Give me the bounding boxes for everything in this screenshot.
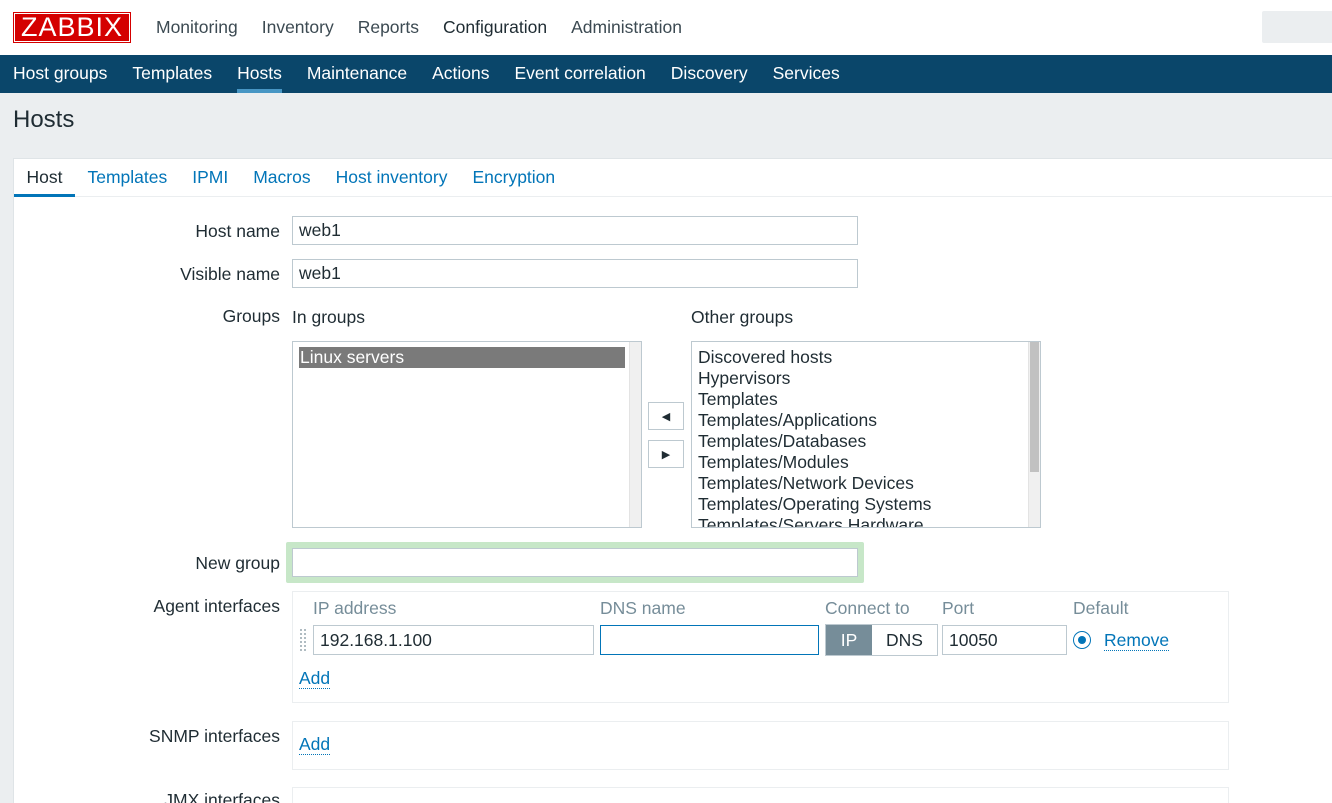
- zabbix-logo[interactable]: ZABBIX: [13, 12, 131, 43]
- col-connect-to: Connect to: [825, 598, 910, 618]
- top-menu-reports[interactable]: Reports: [346, 0, 431, 55]
- sub-menu-event-correlation[interactable]: Event correlation: [502, 55, 658, 93]
- top-menu: Monitoring Inventory Reports Configurati…: [144, 0, 694, 55]
- other-groups-scrollbar[interactable]: [1028, 342, 1040, 527]
- list-item[interactable]: Templates/Operating Systems: [692, 494, 1040, 515]
- tab-encryption[interactable]: Encryption: [460, 159, 568, 196]
- top-menu-configuration[interactable]: Configuration: [431, 0, 559, 55]
- agent-interfaces-label: Agent interfaces: [153, 596, 280, 616]
- col-port: Port: [942, 598, 975, 618]
- new-group-input[interactable]: [292, 548, 858, 577]
- top-menu-inventory[interactable]: Inventory: [250, 0, 346, 55]
- triangle-left-icon: ◀: [661, 410, 671, 423]
- scrollbar-thumb[interactable]: [1030, 342, 1039, 472]
- sub-menu-templates[interactable]: Templates: [120, 55, 225, 93]
- snmp-interfaces-label: SNMP interfaces: [149, 726, 280, 746]
- host-form-panel: Host Templates IPMI Macros Host inventor…: [13, 158, 1332, 803]
- sub-menu-maintenance[interactable]: Maintenance: [294, 55, 419, 93]
- form-tabs: Host Templates IPMI Macros Host inventor…: [14, 159, 1332, 197]
- connect-dns-button[interactable]: DNS: [872, 625, 937, 655]
- list-item[interactable]: Templates/Network Devices: [692, 473, 1040, 494]
- page-title: Hosts: [13, 106, 75, 133]
- snmp-interfaces-box: [292, 721, 1229, 770]
- agent-dns-input[interactable]: [600, 625, 819, 655]
- list-item[interactable]: Hypervisors: [692, 368, 1040, 389]
- list-item[interactable]: Discovered hosts: [692, 347, 1040, 368]
- in-groups-list[interactable]: Linux servers: [292, 341, 642, 528]
- top-bar: ZABBIX Monitoring Inventory Reports Conf…: [0, 0, 1332, 55]
- agent-port-input[interactable]: [942, 625, 1067, 655]
- visible-name-input[interactable]: [292, 259, 858, 288]
- col-dns-name: DNS name: [600, 598, 686, 618]
- tab-host[interactable]: Host: [14, 159, 75, 197]
- list-item[interactable]: Templates/Servers Hardware: [692, 515, 1040, 527]
- in-groups-scrollbar[interactable]: [629, 342, 641, 527]
- in-groups-label: In groups: [292, 307, 365, 327]
- jmx-interfaces-box: [292, 787, 1229, 803]
- sub-menu-actions[interactable]: Actions: [420, 55, 502, 93]
- tab-host-inventory[interactable]: Host inventory: [323, 159, 460, 196]
- remove-interface-link[interactable]: Remove: [1104, 630, 1170, 651]
- top-menu-administration[interactable]: Administration: [559, 0, 694, 55]
- connect-to-toggle: IP DNS: [825, 624, 938, 656]
- tab-ipmi[interactable]: IPMI: [180, 159, 241, 196]
- list-item[interactable]: Templates/Applications: [692, 410, 1040, 431]
- visible-name-label: Visible name: [180, 264, 280, 284]
- host-name-label: Host name: [195, 221, 280, 241]
- jmx-interfaces-label: JMX interfaces: [164, 790, 280, 803]
- connect-ip-button[interactable]: IP: [826, 625, 872, 655]
- host-name-input[interactable]: [292, 216, 858, 245]
- sub-menu-discovery[interactable]: Discovery: [658, 55, 760, 93]
- other-groups-list[interactable]: Discovered hosts Hypervisors Templates T…: [691, 341, 1041, 528]
- add-snmp-interface-link[interactable]: Add: [299, 734, 331, 755]
- sub-menu-host-groups[interactable]: Host groups: [0, 55, 120, 93]
- move-right-button[interactable]: ▶: [648, 440, 684, 468]
- groups-label: Groups: [222, 306, 280, 326]
- sub-menu-bar: Host groups Templates Hosts Maintenance …: [0, 55, 1332, 93]
- new-group-label: New group: [195, 553, 280, 573]
- sub-menu-hosts[interactable]: Hosts: [225, 55, 295, 93]
- other-groups-label: Other groups: [691, 307, 794, 327]
- list-item[interactable]: Linux servers: [299, 347, 625, 368]
- move-left-button[interactable]: ◀: [648, 402, 684, 430]
- list-item[interactable]: Templates: [692, 389, 1040, 410]
- col-default: Default: [1073, 598, 1129, 618]
- search-input[interactable]: [1262, 11, 1332, 43]
- default-radio[interactable]: [1073, 631, 1091, 649]
- top-menu-monitoring[interactable]: Monitoring: [144, 0, 250, 55]
- list-item[interactable]: Templates/Databases: [692, 431, 1040, 452]
- drag-handle-icon[interactable]: [299, 628, 307, 652]
- agent-ip-input[interactable]: [313, 625, 594, 655]
- tab-templates[interactable]: Templates: [75, 159, 180, 196]
- col-ip-address: IP address: [313, 598, 397, 618]
- tab-macros[interactable]: Macros: [241, 159, 323, 196]
- list-item[interactable]: Templates/Modules: [692, 452, 1040, 473]
- sub-menu-services[interactable]: Services: [760, 55, 852, 93]
- triangle-right-icon: ▶: [661, 448, 671, 461]
- add-agent-interface-link[interactable]: Add: [299, 668, 331, 689]
